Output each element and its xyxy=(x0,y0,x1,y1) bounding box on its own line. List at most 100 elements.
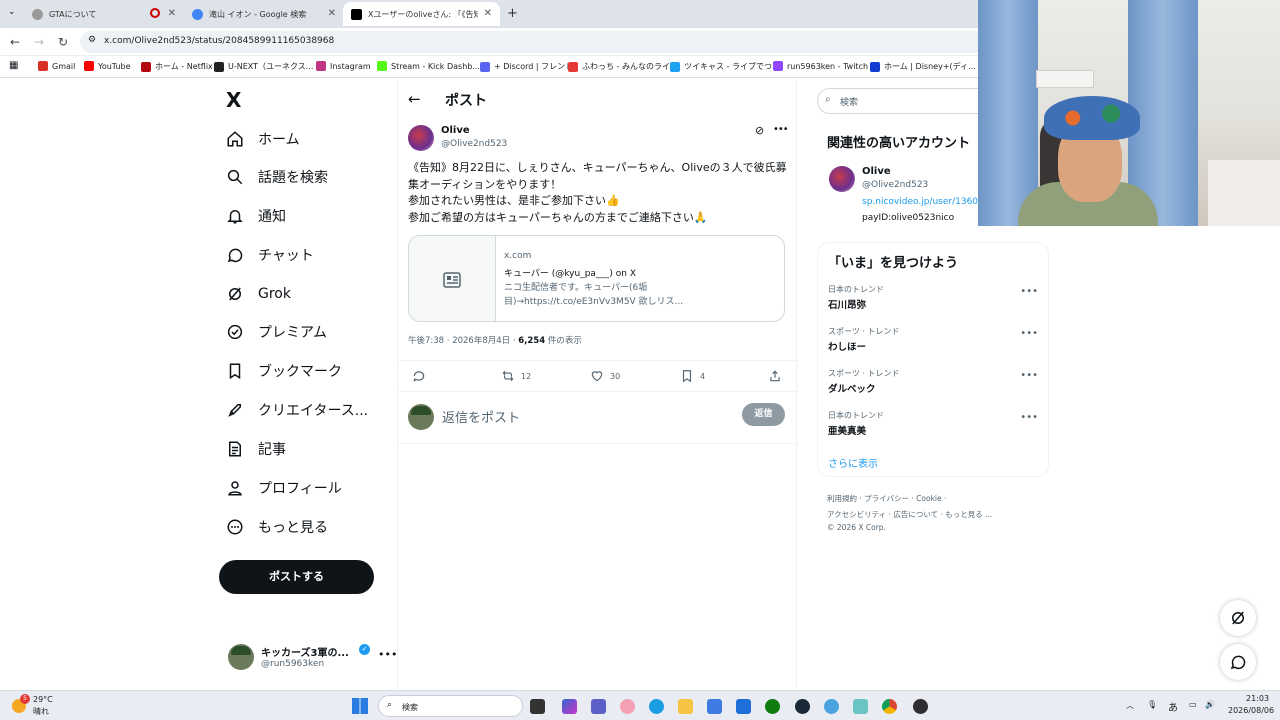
x-logo[interactable]: X xyxy=(226,88,241,112)
reply-submit-button[interactable]: 返信 xyxy=(742,403,785,426)
nav-explore[interactable]: 話題を検索 xyxy=(226,163,328,191)
nav-articles[interactable]: 記事 xyxy=(226,435,286,463)
xbox-icon[interactable] xyxy=(765,699,780,714)
more-icon[interactable]: ••• xyxy=(1020,286,1038,297)
author-name[interactable]: Olive xyxy=(441,125,470,136)
clock-date[interactable]: 2026/08/06 xyxy=(1228,706,1274,715)
nav-premium[interactable]: プレミアム xyxy=(226,318,327,346)
bookmark-twitcasting[interactable]: ツイキャス - ライブでつ... xyxy=(670,61,780,72)
share-button[interactable] xyxy=(768,369,788,383)
close-icon[interactable]: ✕ xyxy=(484,8,492,19)
back-arrow-icon[interactable]: ← xyxy=(408,90,421,108)
footer-links[interactable]: 利用規約 · プライバシー · Cookie · xyxy=(827,493,946,504)
more-icon[interactable]: ••• xyxy=(773,124,789,135)
taskbar-search-input[interactable]: ⌕ 検索 xyxy=(378,695,523,717)
more-icon[interactable]: ••• xyxy=(1020,370,1038,381)
bookmark-unext[interactable]: U-NEXT（ユーネクス... xyxy=(214,61,313,72)
reply-input[interactable]: 返信をポスト xyxy=(442,407,520,426)
bookmark-gmail[interactable]: Gmail xyxy=(38,61,75,71)
nav-grok[interactable]: Grok xyxy=(226,280,291,308)
copilot-icon[interactable] xyxy=(562,699,577,714)
steam-icon[interactable] xyxy=(795,699,810,714)
bed xyxy=(1208,160,1280,226)
trend-item[interactable]: スポーツ · トレンド ダルベック ••• xyxy=(828,368,1038,395)
tab-gta[interactable]: GTAについて ✕ xyxy=(24,2,184,26)
clock-time[interactable]: 21:03 xyxy=(1246,694,1269,703)
ime-indicator[interactable]: あ xyxy=(1168,699,1178,714)
file-explorer-icon[interactable] xyxy=(678,699,693,714)
store-icon[interactable] xyxy=(707,699,722,714)
more-icon[interactable]: ••• xyxy=(378,648,397,661)
post-button[interactable]: ポストする xyxy=(219,560,374,594)
tab-x-post[interactable]: Xユーザーのoliveさん: 「《告知》8月 ✕ xyxy=(343,2,500,26)
left-navigation: X ホーム 話題を検索 通知 チャット Grok プレミアム ブックマーク クリ… xyxy=(218,80,398,690)
author-avatar[interactable] xyxy=(408,125,434,151)
volume-icon[interactable]: 🔊 xyxy=(1205,700,1215,709)
trend-item[interactable]: スポーツ · トレンド わしほー ••• xyxy=(828,326,1038,353)
nav-more[interactable]: もっと見る xyxy=(226,513,328,541)
nav-notifications[interactable]: 通知 xyxy=(226,202,286,230)
avatar xyxy=(228,644,254,670)
bookmark-button[interactable]: 4 xyxy=(680,369,705,383)
microphone-icon[interactable]: 🎙 xyxy=(1147,700,1157,709)
trend-item[interactable]: 日本のトレンド 石川昂弥 ••• xyxy=(828,284,1038,311)
site-info-icon[interactable]: ⚙ xyxy=(88,35,96,45)
new-tab-icon[interactable]: + xyxy=(507,6,518,21)
tab-menu-icon[interactable]: ⌄ xyxy=(8,7,16,17)
chrome-icon[interactable] xyxy=(882,699,897,714)
bookmark-twitch[interactable]: run5963ken - Twitch xyxy=(773,61,868,71)
trend-item[interactable]: 日本のトレンド 亜美真美 ••• xyxy=(828,410,1038,437)
app-icon[interactable] xyxy=(853,699,868,714)
related-handle[interactable]: @Olive2nd523 xyxy=(862,180,928,190)
network-icon[interactable]: ▭ xyxy=(1189,700,1197,709)
tab-google[interactable]: 滝山 イオン - Google 検索 ✕ xyxy=(184,2,344,26)
url-input[interactable]: ⚙ x.com/Olive2nd523/status/2084589911165… xyxy=(80,31,1000,53)
nav-home[interactable]: ホーム xyxy=(226,125,300,153)
more-icon[interactable]: ••• xyxy=(1020,328,1038,339)
account-switcher[interactable]: キッカーズ3軍の... ✓ @run5963ken ••• xyxy=(226,642,397,686)
reply-button[interactable] xyxy=(412,369,432,383)
close-icon[interactable]: ✕ xyxy=(168,8,176,19)
app-icon[interactable] xyxy=(824,699,839,714)
link-card[interactable]: x.com キューパー (@kyu_pa___) on X ニコ生配信者です。キ… xyxy=(408,235,785,322)
footer-links[interactable]: アクセシビリティ · 広告について · もっと見る ... xyxy=(827,509,992,520)
bookmark-instagram[interactable]: Instagram xyxy=(316,61,371,71)
messages-float-button[interactable] xyxy=(1220,644,1256,680)
nav-creator-studio[interactable]: クリエイタース... xyxy=(226,396,368,424)
bookmark-discord[interactable]: + Discord | フレンド xyxy=(480,61,573,72)
nav-chat[interactable]: チャット xyxy=(226,241,314,269)
teams-icon[interactable] xyxy=(591,699,606,714)
bookmark-youtube[interactable]: YouTube xyxy=(84,61,131,71)
grok-icon[interactable]: ⊘ xyxy=(755,124,764,137)
more-icon[interactable]: ••• xyxy=(1020,412,1038,423)
show-more-link[interactable]: さらに表示 xyxy=(828,455,878,470)
weather-widget[interactable]: 5 29°C 晴れ xyxy=(12,694,72,718)
task-view-icon[interactable] xyxy=(530,699,545,714)
tray-chevron-icon[interactable]: ︿ xyxy=(1126,700,1134,711)
bookmark-kick[interactable]: Stream - Kick Dashb... xyxy=(377,61,480,71)
app-icon[interactable] xyxy=(620,699,635,714)
repost-button[interactable]: 12 xyxy=(501,369,531,383)
edge-icon[interactable] xyxy=(649,699,664,714)
forward-icon[interactable]: → xyxy=(34,35,44,49)
bookmark-disney[interactable]: ホーム | Disney+(ディ... xyxy=(870,61,976,72)
like-button[interactable]: 30 xyxy=(590,369,620,383)
nav-profile[interactable]: プロフィール xyxy=(226,474,342,502)
close-icon[interactable]: ✕ xyxy=(328,8,336,19)
grok-float-button[interactable] xyxy=(1220,600,1256,636)
obs-icon[interactable] xyxy=(913,699,928,714)
bookmark-netflix[interactable]: ホーム - Netflix xyxy=(141,61,213,72)
back-icon[interactable]: ← xyxy=(10,35,20,49)
reload-icon[interactable]: ↻ xyxy=(58,35,68,49)
windows-start-icon[interactable] xyxy=(352,698,368,714)
post-timestamp[interactable]: 午後7:38 · 2026年8月4日 · xyxy=(408,336,518,346)
apps-icon[interactable]: ▦ xyxy=(9,60,18,71)
app-icon[interactable] xyxy=(736,699,751,714)
author-handle[interactable]: @Olive2nd523 xyxy=(441,139,507,149)
bookmark-fuwacchi[interactable]: ふわっち - みんなのライ... xyxy=(568,61,678,72)
related-name[interactable]: Olive xyxy=(862,166,891,177)
related-avatar[interactable] xyxy=(829,166,855,192)
related-link[interactable]: sp.nicovideo.jp/user/1360 xyxy=(862,197,978,207)
nav-bookmarks[interactable]: ブックマーク xyxy=(226,357,342,385)
fuwacchi-icon xyxy=(568,61,578,72)
